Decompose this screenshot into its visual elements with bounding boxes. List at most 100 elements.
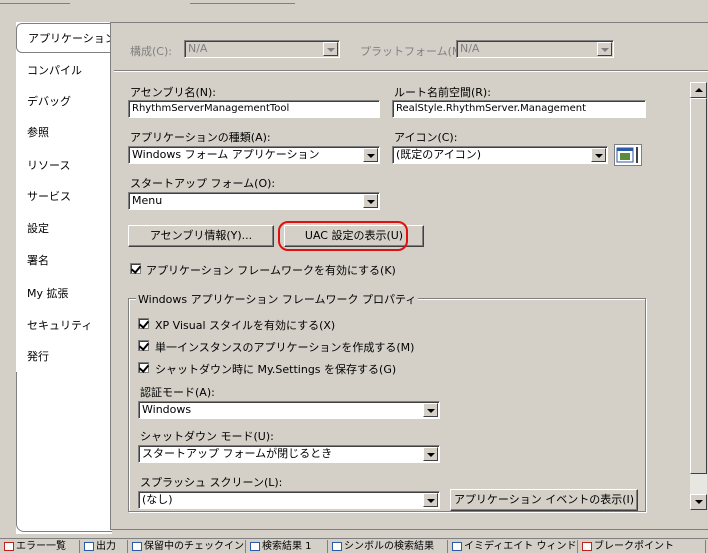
tab-signing[interactable]: 署名 [16,246,110,276]
chevron-down-icon [363,194,378,208]
chevron-down-icon [423,403,438,417]
tab-label: アプリケーション [28,32,116,45]
tab-label: イミディエイト ウィンドウ [464,541,578,552]
view-app-events-button[interactable]: アプリケーション イベントの表示(I) [450,489,638,511]
auth-mode-label: 認証モード(A): [140,386,215,399]
single-instance-label: 単一インスタンスのアプリケーションを作成する(M) [155,341,415,354]
startup-form-label: スタートアップ フォーム(O): [130,177,276,190]
tabs-lower-area [16,372,112,532]
tab-label: コンパイル [27,64,82,77]
auth-mode-value: Windows [142,403,192,416]
configuration-value: N/A [188,42,208,55]
save-settings-label: シャットダウン時に My.Settings を保存する(G) [155,363,397,376]
root-namespace-input[interactable]: RealStyle.RhythmServer.Management [392,100,646,118]
tab-application[interactable]: アプリケーション [16,23,116,53]
startup-form-dropdown[interactable]: Menu [128,192,380,210]
tab-label: 参照 [27,126,49,139]
app-type-label: アプリケーションの種類(A): [130,131,271,144]
tab-label: セキュリティ [27,319,93,332]
highlight-circle [278,221,408,251]
shutdown-mode-label: シャットダウン モード(U): [140,430,274,443]
auth-mode-dropdown[interactable]: Windows [138,401,440,419]
tab-label: 検索結果 1 [262,541,312,552]
xp-styles-checkbox[interactable] [138,318,149,329]
tab-security[interactable]: セキュリティ [16,311,110,341]
app-type-dropdown[interactable]: Windows フォーム アプリケーション [128,146,380,164]
tab-label: 発行 [27,350,49,363]
icon-dropdown[interactable]: (既定のアイコン) [392,146,608,164]
chevron-down-icon [597,42,612,56]
framework-group-legend: Windows アプリケーション フレームワーク プロパティ [136,291,419,307]
scroll-up-icon[interactable] [690,82,707,98]
startup-form-value: Menu [132,194,163,207]
icon-value: (既定のアイコン) [396,148,482,161]
top-strip [0,0,708,6]
tab-publish[interactable]: 発行 [16,342,110,372]
tab-label: サービス [27,190,71,203]
tab-label: 設定 [27,222,49,235]
tab-label: My 拡張 [27,287,69,300]
save-settings-checkbox[interactable] [138,362,149,373]
splash-label: スプラッシュ スクリーン(L): [140,476,283,489]
tab-references[interactable]: 参照 [16,118,110,148]
window-icon [616,147,638,163]
app-type-value: Windows フォーム アプリケーション [132,148,320,161]
assembly-name-label: アセンブリ名(N): [130,86,216,99]
platform-label: プラットフォーム(M): [360,45,470,58]
tab-label: デバッグ [27,95,71,108]
splash-dropdown[interactable]: (なし) [138,491,440,509]
output-icon [84,542,94,551]
tab-immediate-window[interactable]: イミディエイト ウィンドウ [450,540,578,553]
tab-find-results[interactable]: 検索結果 1 [248,540,328,553]
tab-label: ブレークポイント [594,541,674,552]
header-separator [114,70,708,72]
configuration-label: 構成(C): [130,45,172,58]
chevron-down-icon [323,42,338,56]
single-instance-checkbox[interactable] [138,340,149,351]
shutdown-mode-value: スタートアップ フォームが閉じるとき [142,447,333,460]
app-icon-preview [614,144,642,166]
shutdown-mode-dropdown[interactable]: スタートアップ フォームが閉じるとき [138,445,440,463]
tab-my-extensions[interactable]: My 拡張 [16,279,110,309]
scrollbar-thumb[interactable] [690,98,707,474]
tab-label: 出力 [96,541,116,552]
enable-framework-checkbox[interactable] [130,263,141,274]
enable-framework-label: アプリケーション フレームワークを有効にする(K) [146,264,396,277]
immediate-window-icon [452,542,462,551]
error-list-icon [4,542,14,551]
symbol-results-icon [332,542,342,551]
tab-label: 署名 [27,254,49,267]
xp-styles-label: XP Visual スタイルを有効にする(X) [155,319,336,332]
assembly-name-input[interactable]: RhythmServerManagementTool [128,100,380,118]
platform-dropdown[interactable]: N/A [456,40,614,58]
chevron-down-icon [363,148,378,162]
tab-output[interactable]: 出力 [82,540,128,553]
tab-breakpoints[interactable]: ブレークポイント [580,540,706,553]
chevron-down-icon [591,148,606,162]
tab-label: エラー一覧 [16,541,66,552]
tab-resources[interactable]: リソース [16,151,110,181]
tab-settings[interactable]: 設定 [16,214,110,244]
tab-compile[interactable]: コンパイル [16,56,110,86]
top-strip-segment [190,0,295,4]
icon-label: アイコン(C): [394,131,458,144]
root-namespace-label: ルート名前空間(R): [394,86,491,99]
chevron-down-icon [423,447,438,461]
assembly-info-button[interactable]: アセンブリ情報(Y)... [128,225,274,247]
chevron-down-icon [423,493,438,507]
pending-checkins-icon [132,542,142,551]
scroll-down-icon[interactable] [690,494,707,510]
breakpoints-icon [582,542,592,551]
tab-symbol-results[interactable]: シンボルの検索結果 [330,540,448,553]
vertical-scrollbar[interactable] [690,82,707,510]
top-strip-segment [0,0,70,4]
configuration-dropdown[interactable]: N/A [184,40,340,58]
tab-debug[interactable]: デバッグ [16,87,110,117]
tab-services[interactable]: サービス [16,182,110,212]
find-results-icon [250,542,260,551]
tab-error-list[interactable]: エラー一覧 [2,540,80,553]
splash-value: (なし) [142,493,173,506]
tab-label: 保留中のチェックイン [144,541,244,552]
tab-label: シンボルの検索結果 [344,541,434,552]
tab-pending-checkins[interactable]: 保留中のチェックイン [130,540,246,553]
